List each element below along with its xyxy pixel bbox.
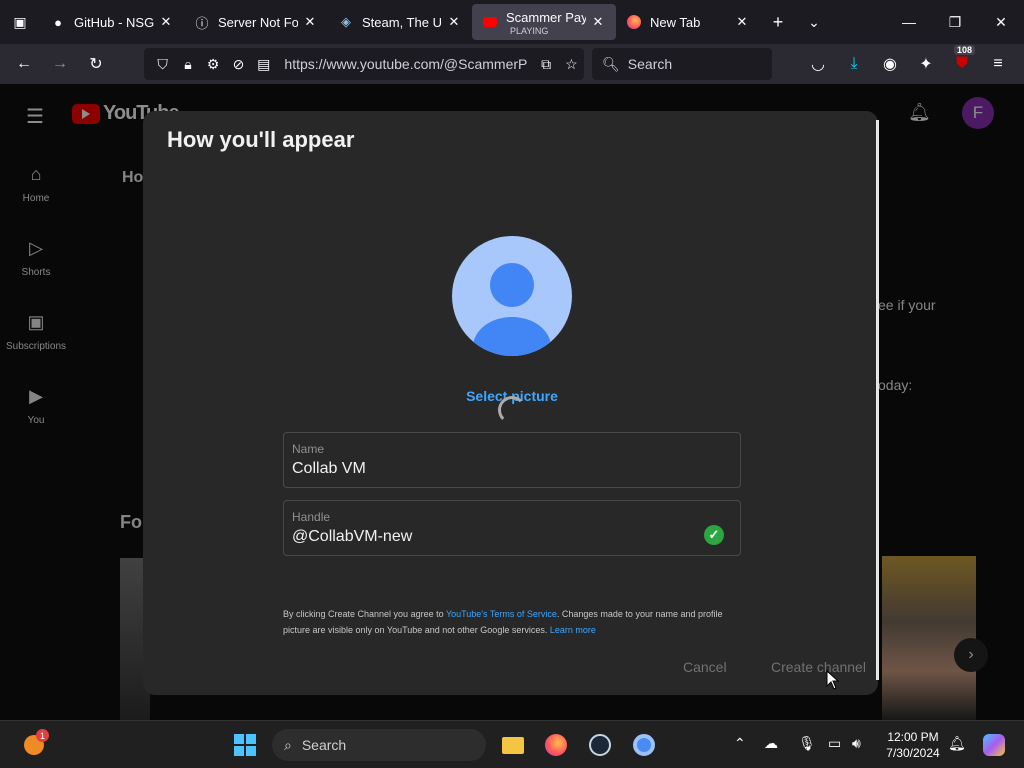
notification-badge: 1 (36, 729, 49, 742)
download-icon[interactable]: ⤓ (836, 48, 872, 80)
chevron-up-icon[interactable]: ⌃ (734, 735, 746, 752)
tab-title: New Tab (650, 14, 701, 30)
search-icon: 🔍︎ (602, 55, 620, 72)
legal-text: By clicking Create Channel you agree to (283, 609, 446, 619)
browser-nav-bar: ← → ↻ ⛉ 🔒︎ ⚙ ⊘ ▤ https://www.youtube.com… (0, 44, 1024, 84)
steam-icon[interactable] (584, 729, 616, 761)
restore-icon[interactable]: ❐ (932, 0, 978, 44)
new-tab-icon[interactable]: + (760, 0, 796, 44)
extension-badge: 108 (954, 45, 976, 55)
tab-title: GitHub - NSG65 (74, 14, 154, 30)
display-icon[interactable]: ▭ (828, 735, 841, 752)
terms-of-service-link[interactable]: YouTube's Terms of Service (446, 609, 557, 619)
close-icon[interactable]: ✕ (446, 14, 462, 30)
search-bar[interactable]: 🔍︎ Search (592, 48, 772, 80)
handle-field[interactable]: Handle ✓ (283, 500, 741, 556)
name-field[interactable]: Name (283, 432, 741, 488)
bell-icon[interactable]: 🔔︎ (948, 735, 966, 752)
windows-taskbar: 1 ⌕ Search ⌃ ☁ 🎙︎ ▭ 🔊︎ 12:00 PM 7/30/202… (0, 720, 1024, 768)
check-circle-icon: ✓ (704, 525, 724, 545)
avatar-body (473, 317, 551, 356)
firefox-icon[interactable] (540, 729, 572, 761)
bookmark-star-icon[interactable]: ☆ (559, 56, 584, 73)
reload-icon[interactable]: ↻ (78, 48, 114, 80)
search-icon: ⌕ (284, 736, 292, 753)
tab-overview-icon[interactable]: ▣ (0, 0, 40, 44)
menu-icon[interactable]: ≡ (980, 48, 1016, 80)
dialog-title: How you'll appear (167, 127, 355, 152)
toolbar-icons: ◡ ⤓ ◉ ✦ ⛊ 108 ≡ (800, 45, 1016, 80)
forward-icon[interactable]: → (42, 48, 78, 80)
create-channel-button[interactable]: Create channel (771, 659, 866, 675)
taskbar-search[interactable]: ⌕ Search (272, 729, 486, 761)
name-label: Name (292, 442, 325, 456)
close-icon[interactable]: ✕ (734, 14, 750, 30)
windows-start-icon[interactable] (229, 729, 261, 761)
youtube-icon (482, 14, 498, 30)
tab-playing-label: PLAYING (510, 26, 549, 36)
shield-icon[interactable]: ⛉ (150, 56, 175, 73)
name-input[interactable] (292, 460, 692, 478)
profile-picture[interactable] (452, 236, 572, 356)
close-window-icon[interactable]: ✕ (978, 0, 1024, 44)
minimize-icon[interactable]: — (886, 0, 932, 44)
info-icon: ⓘ (195, 15, 209, 31)
clock-date: 7/30/2024 (886, 746, 940, 760)
taskbar-search-placeholder: Search (301, 737, 347, 753)
cancel-button[interactable]: Cancel (683, 659, 727, 675)
github-icon: ● (54, 14, 62, 30)
scrollbar[interactable] (876, 120, 879, 680)
volume-icon[interactable]: 🔊︎ (852, 735, 861, 752)
picture-in-picture-icon[interactable]: ⧉ (533, 56, 558, 73)
system-clock[interactable]: 12:00 PM 7/30/2024 (880, 729, 946, 761)
url-text[interactable]: https://www.youtube.com/@ScammerP (284, 56, 527, 72)
chrome-icon[interactable] (628, 729, 660, 761)
create-channel-dialog: How you'll appear Select picture Name Ha… (143, 111, 878, 695)
loading-spinner-icon (498, 396, 526, 424)
tab-title: Steam, The Ultimate (362, 14, 442, 30)
onedrive-icon[interactable]: ☁ (764, 735, 778, 752)
handle-label: Handle (292, 510, 331, 524)
chevron-down-icon[interactable]: ⌄ (796, 0, 832, 44)
permissions-icon[interactable]: ⚙ (201, 56, 226, 73)
avatar-head (490, 263, 534, 307)
tab-steam[interactable]: ◈ Steam, The Ultimate ✕ (328, 4, 472, 40)
steam-icon: ◈ (341, 14, 351, 29)
lock-icon[interactable]: 🔒︎ (175, 56, 200, 73)
extensions-icon[interactable]: ✦ (908, 48, 944, 80)
file-explorer-icon[interactable] (497, 729, 529, 761)
tab-new-tab[interactable]: New Tab ✕ (616, 4, 760, 40)
weather-widget-icon[interactable]: 1 (18, 729, 50, 761)
browser-tab-bar: ▣ ● GitHub - NSG65 ✕ ⓘ Server Not Found … (0, 0, 1024, 44)
search-placeholder: Search (627, 56, 673, 72)
microphone-icon[interactable]: 🎙︎ (798, 735, 816, 752)
clock-time: 12:00 PM (887, 730, 939, 744)
tab-title: Server Not Found (218, 14, 298, 30)
tab-title: Scammer Payback (506, 9, 586, 25)
tab-server-not-found[interactable]: ⓘ Server Not Found ✕ (184, 4, 328, 40)
url-bar[interactable]: ⛉ 🔒︎ ⚙ ⊘ ▤ https://www.youtube.com/@Scam… (144, 48, 584, 80)
close-icon[interactable]: ✕ (302, 14, 318, 30)
back-icon[interactable]: ← (6, 48, 42, 80)
blocked-autoplay-icon[interactable]: ⊘ (226, 56, 251, 73)
tab-youtube-active[interactable]: Scammer Payback PLAYING ✕ (472, 4, 616, 40)
close-icon[interactable]: ✕ (158, 14, 174, 30)
firefox-icon (626, 14, 642, 30)
copilot-icon[interactable] (978, 729, 1010, 761)
legal-notice: By clicking Create Channel you agree to … (283, 606, 743, 638)
reader-icon[interactable]: ▤ (251, 56, 276, 73)
tab-github[interactable]: ● GitHub - NSG65 ✕ (40, 4, 184, 40)
handle-input[interactable] (292, 528, 692, 546)
learn-more-link[interactable]: Learn more (550, 625, 596, 635)
account-icon[interactable]: ◉ (872, 48, 908, 80)
pocket-icon[interactable]: ◡ (800, 48, 836, 80)
close-icon[interactable]: ✕ (590, 14, 606, 30)
